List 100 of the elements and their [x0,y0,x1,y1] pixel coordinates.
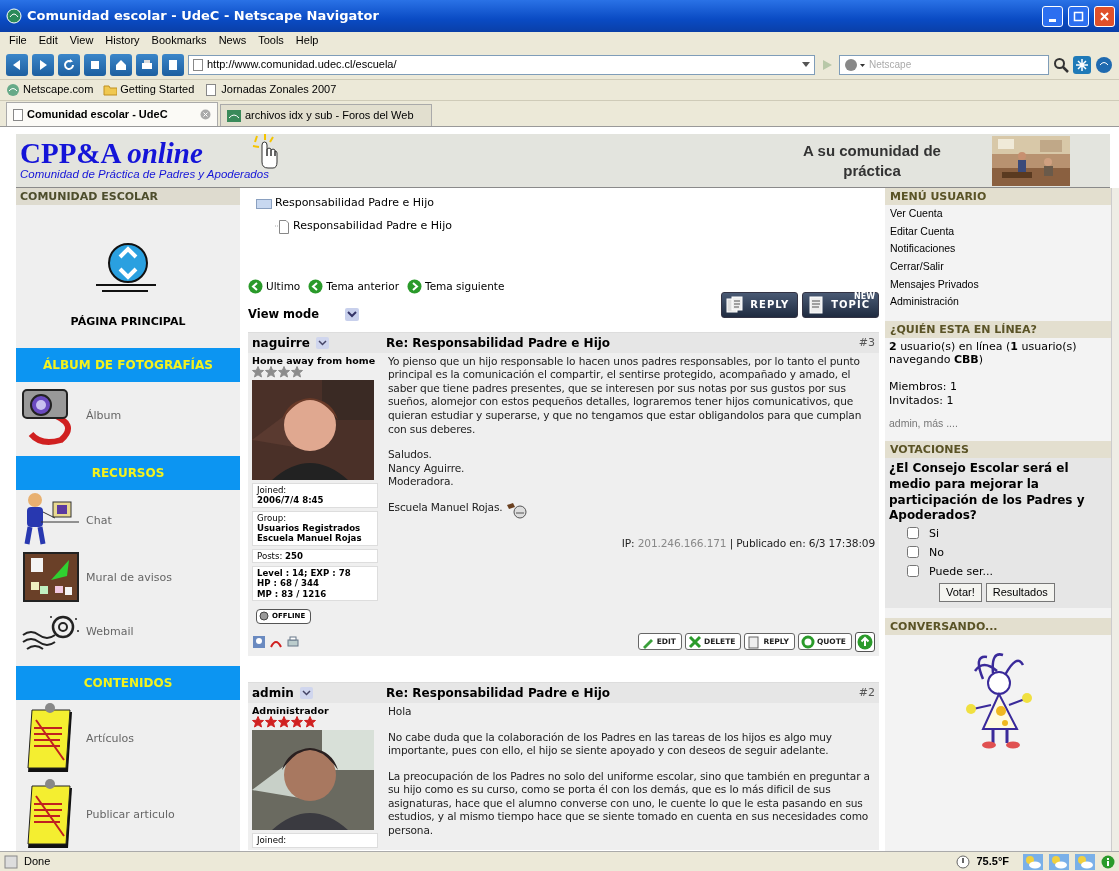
scrollbar[interactable] [1111,188,1119,851]
search-box[interactable]: Netscape [839,54,1049,75]
poll-option-label: No [929,545,944,559]
profile-icon[interactable] [252,634,266,649]
post-meta: IP: 201.246.166.171 | Publicado en: 6/3 17:38:09 [621,536,875,549]
address-bar[interactable]: http://www.comunidad.udec.cl/escuela/ [188,54,815,75]
post-paragraph: Hola [388,704,413,719]
sidebar-link[interactable]: Chat [86,513,112,527]
search-field[interactable]: Netscape [869,58,1044,71]
menu-item[interactable]: File [4,34,32,48]
document-icon [274,217,290,234]
action-icon [687,634,702,649]
reply-button[interactable]: REPLY [721,291,799,318]
back-to-top-button[interactable] [855,631,875,652]
sidebar-link[interactable]: Artículos [86,731,134,745]
temperature-text: 75.5°F [976,854,1009,869]
sidebar-link[interactable]: Álbum [86,408,122,422]
user-rank: Home away from home [252,354,377,367]
stop-button[interactable] [84,53,106,76]
profile-info: Joined: 2006/7/4 8:45 [252,483,378,508]
post-subject: Re: Responsabilidad Padre e Hijo [386,335,612,350]
user-menu-link[interactable]: Notificaciones [885,240,1111,258]
poll-button[interactable]: Votar! [939,582,982,602]
menu-item[interactable]: View [64,34,99,48]
info-icon[interactable] [1101,854,1115,869]
user-menu-link[interactable]: Administración [885,293,1111,311]
new-topic-button[interactable]: TOPIC NEW [802,291,879,318]
site-logo[interactable]: CPP&A online [20,139,316,169]
section-banner: RECURSOS [16,456,240,491]
username[interactable]: admin [252,685,294,701]
page-button[interactable] [162,53,184,76]
bookmark-link[interactable]: Netscape.com [6,83,94,97]
menu-item[interactable]: Tools [253,34,289,48]
section-heading: COMUNIDAD ESCOLAR [16,188,240,206]
menu-item[interactable]: Help [290,34,324,48]
sidebar-link[interactable]: Webmail [86,624,134,638]
thermometer-icon[interactable] [956,854,971,869]
topic-nav-link[interactable]: Tema siguiente [407,278,505,294]
forward-button[interactable] [32,53,54,76]
username[interactable]: naguirre [252,335,310,350]
user-link[interactable]: admin [889,416,918,429]
profile-info: Level : 14; EXP : 78 HP : 68 / 344 MP : 83 / 1216 [252,566,378,601]
status-dot-icon [259,611,269,622]
search-icon[interactable] [1053,56,1069,73]
topic-link[interactable]: Responsabilidad Padre e Hijo [274,217,452,234]
post-paragraph: No cabe duda que la colaboración de los Padres en las tareas de los hijos es algo muy importante, pues con ello, el hijo se siente apoyado y con deseos de seguir adelante. [388,730,833,758]
section-banner: CONTENIDOS [16,666,240,701]
topic-link[interactable]: Responsabilidad Padre e Hijo [256,196,434,210]
sidebar-link[interactable]: Publicar articulo [86,807,175,821]
menu-item[interactable]: Bookmarks [146,34,212,48]
user-menu-link[interactable]: Ver Cuenta [885,205,1111,223]
user-menu-link[interactable]: Mensajes Privados [885,275,1111,294]
maximize-button[interactable] [1068,5,1089,27]
hand-cursor-icon [251,134,279,170]
close-icon [1099,10,1110,22]
address-field[interactable]: http://www.comunidad.udec.cl/escuela/ [207,57,798,72]
close-button[interactable] [1094,5,1115,27]
reload-button[interactable] [58,53,80,76]
browser-tab[interactable]: archivos idx y sub - Foros del Web [220,104,432,126]
poll-checkbox[interactable] [907,527,919,540]
page-icon [807,295,826,314]
user-menu-link[interactable]: Cerrar/Salir [885,257,1111,276]
topic-nav-link[interactable]: Tema anterior [308,278,400,294]
globe-icon[interactable] [1095,55,1113,74]
user-rank: Administrador [252,704,330,717]
home-button[interactable] [110,53,132,76]
minimize-button[interactable] [1042,5,1063,27]
post-subject: Re: Responsabilidad Padre e Hijo [386,685,612,701]
bookmark-link[interactable]: Jornadas Zonales 2007 [204,83,337,97]
print-button[interactable] [136,53,158,76]
poll-option-label: Si [929,526,940,540]
poll-option-label: Puede ser... [929,564,993,578]
post-signature: Escuela Manuel Rojas. [388,500,503,515]
poll-checkbox[interactable] [907,546,919,559]
topic-nav-link[interactable]: Ultimo [248,278,301,294]
print-icon[interactable] [286,634,300,649]
star-burst-icon[interactable] [1073,55,1091,74]
home-link[interactable]: PÁGINA PRINCIPAL [70,315,186,329]
dropdown-icon[interactable] [345,308,359,322]
bulletin-board-icon[interactable] [23,552,79,603]
page-status-icon [4,854,18,869]
post-number: #3 [858,336,875,350]
user-menu-link[interactable]: Editar Cuenta [885,222,1111,241]
profile-info: Group: Usuarios Registrados Escuela Manuel Rojas [252,510,378,546]
poll-checkbox[interactable] [907,565,919,578]
arrow-circle-icon [248,278,263,294]
section-banner: ÁLBUM DE FOTOGRAFÍAS [16,348,240,383]
menu-item[interactable]: History [100,34,145,48]
browser-tab[interactable]: Comunidad escolar - UdeC [6,102,218,126]
folder-icon [103,83,118,97]
back-button[interactable] [6,53,28,76]
dropdown-icon[interactable] [315,336,329,349]
poll-button[interactable]: Resultados [985,582,1055,602]
more-users-text: , más .... [917,416,958,429]
sidebar-heading: VOTACIONES [885,441,1111,459]
sidebar-link[interactable]: Mural de avisos [86,570,173,584]
menu-item[interactable]: News [213,34,252,48]
bookmark-link[interactable]: Getting Started [103,83,195,97]
menu-item[interactable]: Edit [33,34,63,48]
dropdown-icon[interactable] [299,686,313,699]
